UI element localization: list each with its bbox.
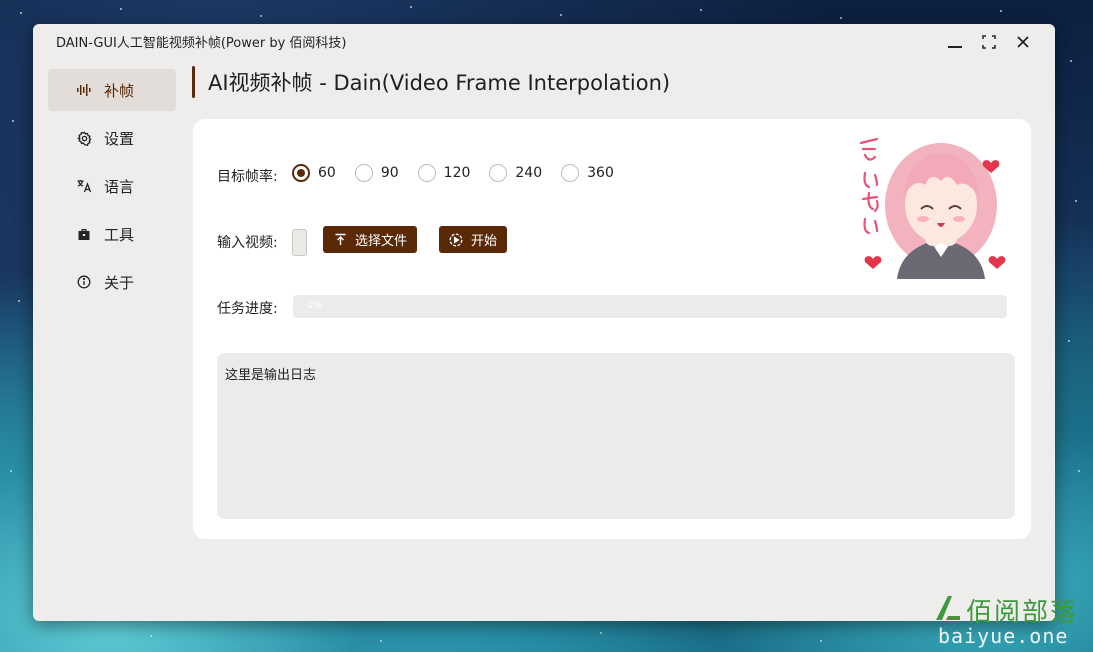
translate-icon	[76, 178, 92, 194]
radio-unchecked-icon	[489, 164, 508, 182]
window-title: DAIN-GUI人工智能视频补帧(Power by 佰阅科技)	[56, 36, 347, 51]
info-icon	[76, 274, 92, 290]
radio-unchecked-icon	[417, 164, 436, 182]
progress-text: 0%	[307, 300, 323, 311]
main-card: 目标帧率: 60 90 120 240 360 输入视频: 选择文件 开始 任务…	[193, 119, 1031, 539]
start-button[interactable]: 开始	[439, 226, 508, 253]
gear-icon	[76, 130, 92, 146]
framerate-label: 目标帧率:	[217, 169, 278, 185]
radio-unchecked-icon	[561, 164, 580, 182]
framerate-option-120[interactable]: 120	[417, 164, 471, 182]
play-circle-icon	[449, 233, 463, 247]
framerate-option-60[interactable]: 60	[292, 164, 336, 182]
close-button[interactable]	[1009, 30, 1037, 54]
title-bar[interactable]: DAIN-GUI人工智能视频补帧(Power by 佰阅科技)	[33, 24, 1055, 58]
watermark: 佰阅部落 baiyue.one	[930, 590, 1090, 650]
radio-checked-icon	[292, 164, 310, 182]
watermark-en: baiyue.one	[938, 624, 1069, 648]
radio-label: 90	[380, 165, 399, 181]
maximize-button[interactable]	[975, 30, 1003, 54]
minimize-icon	[948, 46, 962, 48]
radio-label: 60	[318, 165, 336, 181]
sidebar-item-about[interactable]: 关于	[48, 261, 176, 303]
close-icon	[1017, 36, 1029, 48]
sidebar-item-interpolation[interactable]: 补帧	[48, 69, 176, 111]
sidebar-item-tools[interactable]: 工具	[48, 213, 176, 255]
framerate-radio-group: 60 90 120 240 360	[292, 164, 633, 182]
sidebar-item-label: 补帧	[104, 81, 135, 100]
toolbox-icon	[76, 226, 92, 242]
sidebar-item-label: 工具	[104, 225, 135, 244]
select-file-label: 选择文件	[355, 234, 408, 249]
app-window: DAIN-GUI人工智能视频补帧(Power by 佰阅科技) 补帧 设置 语言…	[33, 24, 1055, 621]
sidebar-item-language[interactable]: 语言	[48, 165, 176, 207]
maximize-icon	[982, 35, 996, 49]
task-progress-bar: 0%	[293, 295, 1007, 318]
minimize-button[interactable]	[941, 30, 969, 54]
title-accent-bar	[192, 66, 195, 98]
watermark-logo-icon	[936, 596, 960, 620]
anime-sticker-image	[859, 137, 1006, 279]
sidebar: 补帧 设置 语言 工具 关于	[48, 69, 176, 309]
framerate-option-240[interactable]: 240	[489, 164, 542, 182]
sidebar-item-label: 关于	[104, 273, 135, 292]
radio-label: 360	[587, 165, 614, 181]
sidebar-item-settings[interactable]: 设置	[48, 117, 176, 159]
waveform-icon	[76, 82, 92, 98]
input-video-label: 输入视频:	[217, 235, 278, 251]
radio-label: 240	[515, 165, 543, 181]
sidebar-item-label: 设置	[104, 129, 135, 148]
page-header: AI视频补帧 - Dain(Video Frame Interpolation)	[192, 66, 670, 98]
upload-icon	[333, 233, 347, 247]
page-title: AI视频补帧 - Dain(Video Frame Interpolation)	[208, 71, 671, 95]
input-video-field[interactable]	[292, 229, 307, 256]
select-file-button[interactable]: 选择文件	[323, 226, 418, 253]
framerate-option-90[interactable]: 90	[354, 164, 399, 182]
radio-unchecked-icon	[354, 164, 373, 182]
radio-label: 120	[443, 165, 471, 181]
output-log[interactable]: 这里是输出日志	[217, 353, 1015, 519]
sidebar-item-label: 语言	[104, 177, 135, 196]
start-label: 开始	[471, 234, 498, 249]
progress-label: 任务进度:	[217, 301, 278, 317]
framerate-option-360[interactable]: 360	[561, 164, 614, 182]
